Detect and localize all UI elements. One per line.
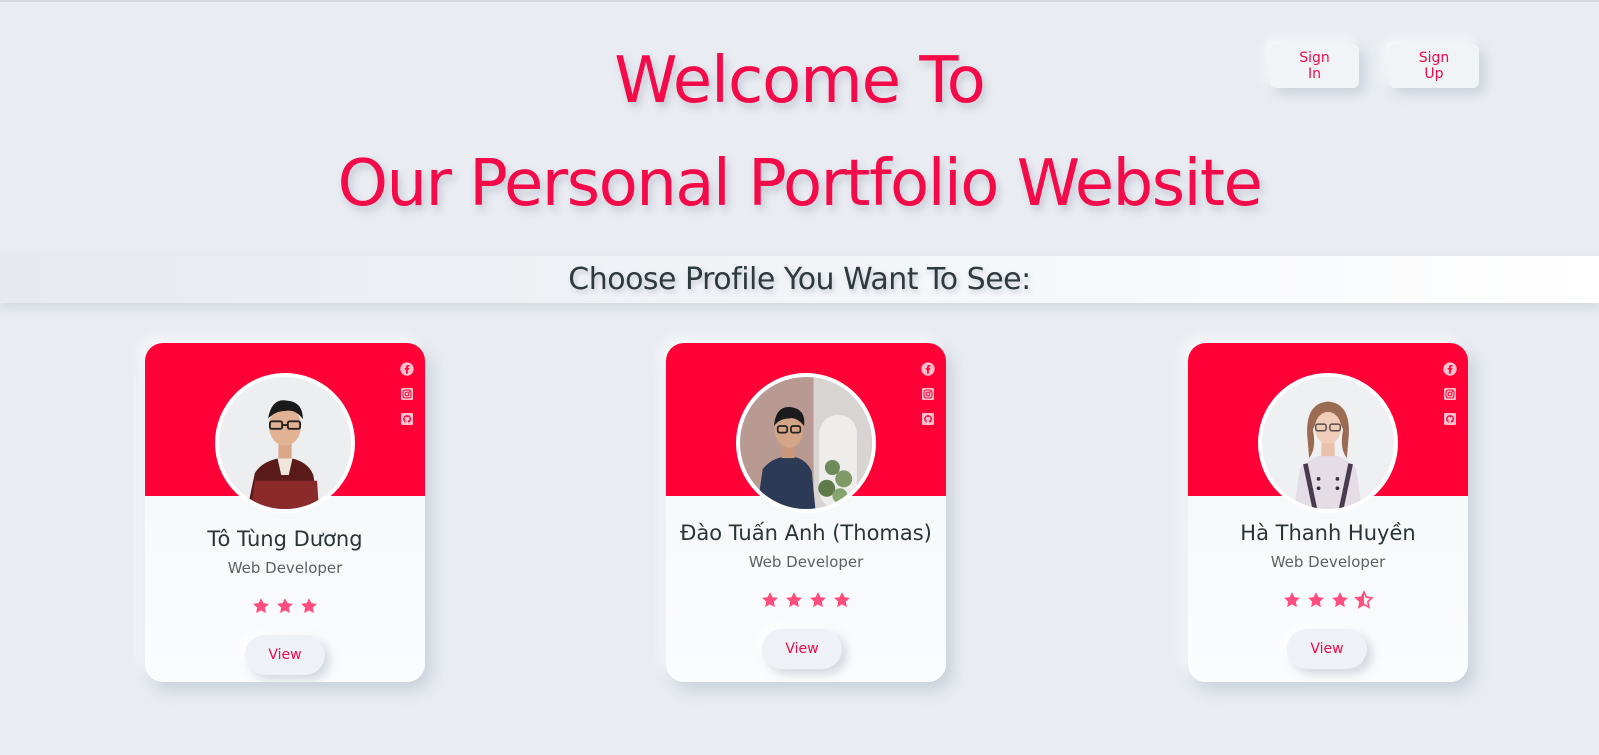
github-icon[interactable] — [1442, 411, 1458, 427]
facebook-icon[interactable] — [1442, 361, 1458, 377]
half-star-icon — [1354, 590, 1374, 609]
avatar — [215, 373, 355, 513]
avatar — [736, 373, 876, 513]
star-icon — [277, 598, 293, 614]
profile-card: Đào Tuấn Anh (Thomas) Web Developer View — [666, 343, 946, 682]
avatar — [1258, 373, 1398, 513]
github-icon[interactable] — [920, 411, 936, 427]
github-icon[interactable] — [399, 411, 415, 427]
hero-title-line-1: Welcome To — [614, 44, 985, 118]
star-icon — [253, 598, 269, 614]
profile-role: Web Developer — [227, 559, 343, 577]
star-icon — [301, 598, 317, 614]
star-icon — [1284, 592, 1300, 608]
profile-card: Tô Tùng Dương Web Developer View — [145, 343, 425, 682]
profile-role: Web Developer — [1270, 553, 1386, 571]
view-profile-button[interactable]: View — [245, 635, 325, 675]
choose-profile-heading: Choose Profile You Want To See: — [568, 262, 1031, 297]
view-profile-button[interactable]: View — [1287, 629, 1367, 669]
profile-name: Đào Tuấn Anh (Thomas) — [680, 521, 932, 545]
star-rating — [666, 590, 946, 610]
social-links — [1442, 361, 1458, 427]
instagram-icon[interactable] — [1442, 386, 1458, 402]
facebook-icon[interactable] — [920, 361, 936, 377]
choose-profile-banner: Choose Profile You Want To See: — [0, 256, 1599, 303]
profile-card: Hà Thanh Huyền Web Developer View — [1188, 343, 1468, 682]
star-icon — [810, 592, 826, 608]
profile-name: Hà Thanh Huyền — [1240, 521, 1416, 545]
profile-name: Tô Tùng Dương — [207, 527, 363, 551]
social-links — [920, 361, 936, 427]
star-icon — [834, 592, 850, 608]
facebook-icon[interactable] — [399, 361, 415, 377]
star-rating — [1188, 590, 1468, 610]
hero-title-line-2: Our Personal Portfolio Website — [337, 147, 1263, 221]
profile-role: Web Developer — [748, 553, 864, 571]
view-profile-button[interactable]: View — [762, 629, 842, 669]
star-rating — [145, 596, 425, 616]
star-icon — [786, 592, 802, 608]
star-icon — [1308, 592, 1324, 608]
social-links — [399, 361, 415, 427]
star-icon — [762, 592, 778, 608]
star-icon — [1332, 592, 1348, 608]
instagram-icon[interactable] — [399, 386, 415, 402]
instagram-icon[interactable] — [920, 386, 936, 402]
